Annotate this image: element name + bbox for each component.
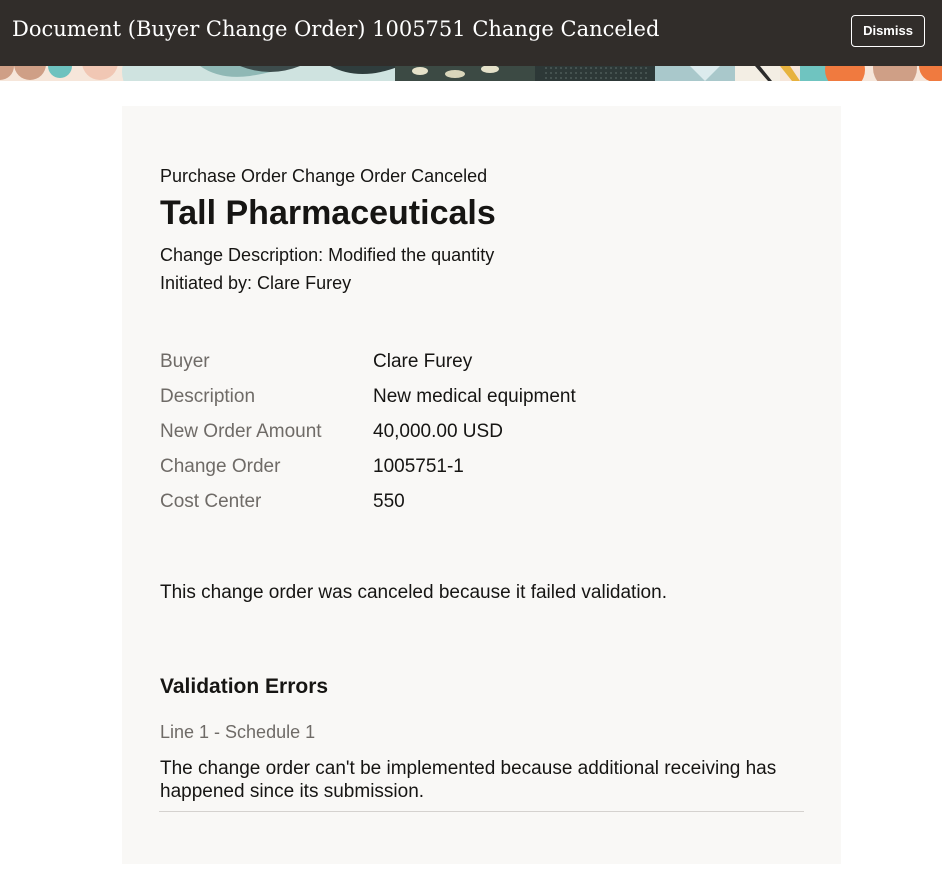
detail-row-cost-center: Cost Center 550 [160,491,800,526]
detail-label: Buyer [160,351,210,372]
detail-value: New medical equipment [373,386,576,407]
error-message: The change order can't be implemented be… [160,758,777,802]
detail-value: 550 [373,491,405,512]
dismiss-button[interactable]: Dismiss [851,15,925,47]
divider [159,811,804,812]
validation-errors-heading: Validation Errors [160,675,329,698]
details-list: Buyer Clare Furey Description New medica… [160,351,800,526]
supplier-name: Tall Pharmaceuticals [160,194,496,232]
detail-row-change-order: Change Order 1005751-1 [160,456,800,491]
detail-row-new-order-amount: New Order Amount 40,000.00 USD [160,421,800,456]
detail-row-buyer: Buyer Clare Furey [160,351,800,386]
decorative-banner [0,66,942,81]
detail-label: Cost Center [160,491,262,512]
detail-label: Change Order [160,456,281,477]
page-title: Document (Buyer Change Order) 1005751 Ch… [12,17,660,41]
error-line-label: Line 1 - Schedule 1 [160,722,316,742]
notification-card: Purchase Order Change Order Canceled Tal… [122,106,841,864]
change-description: Change Description: Modified the quantit… [160,245,495,265]
initiated-by: Initiated by: Clare Furey [160,273,352,293]
detail-label: Description [160,386,256,407]
detail-value: 1005751-1 [373,456,464,477]
detail-value: Clare Furey [373,351,473,372]
detail-label: New Order Amount [160,421,322,442]
notification-subtitle: Purchase Order Change Order Canceled [160,166,488,186]
cancellation-message: This change order was canceled because i… [160,582,667,603]
detail-value: 40,000.00 USD [373,421,503,442]
banner-illustration [0,66,942,81]
notification-header: Document (Buyer Change Order) 1005751 Ch… [0,0,942,66]
detail-row-description: Description New medical equipment [160,386,800,421]
